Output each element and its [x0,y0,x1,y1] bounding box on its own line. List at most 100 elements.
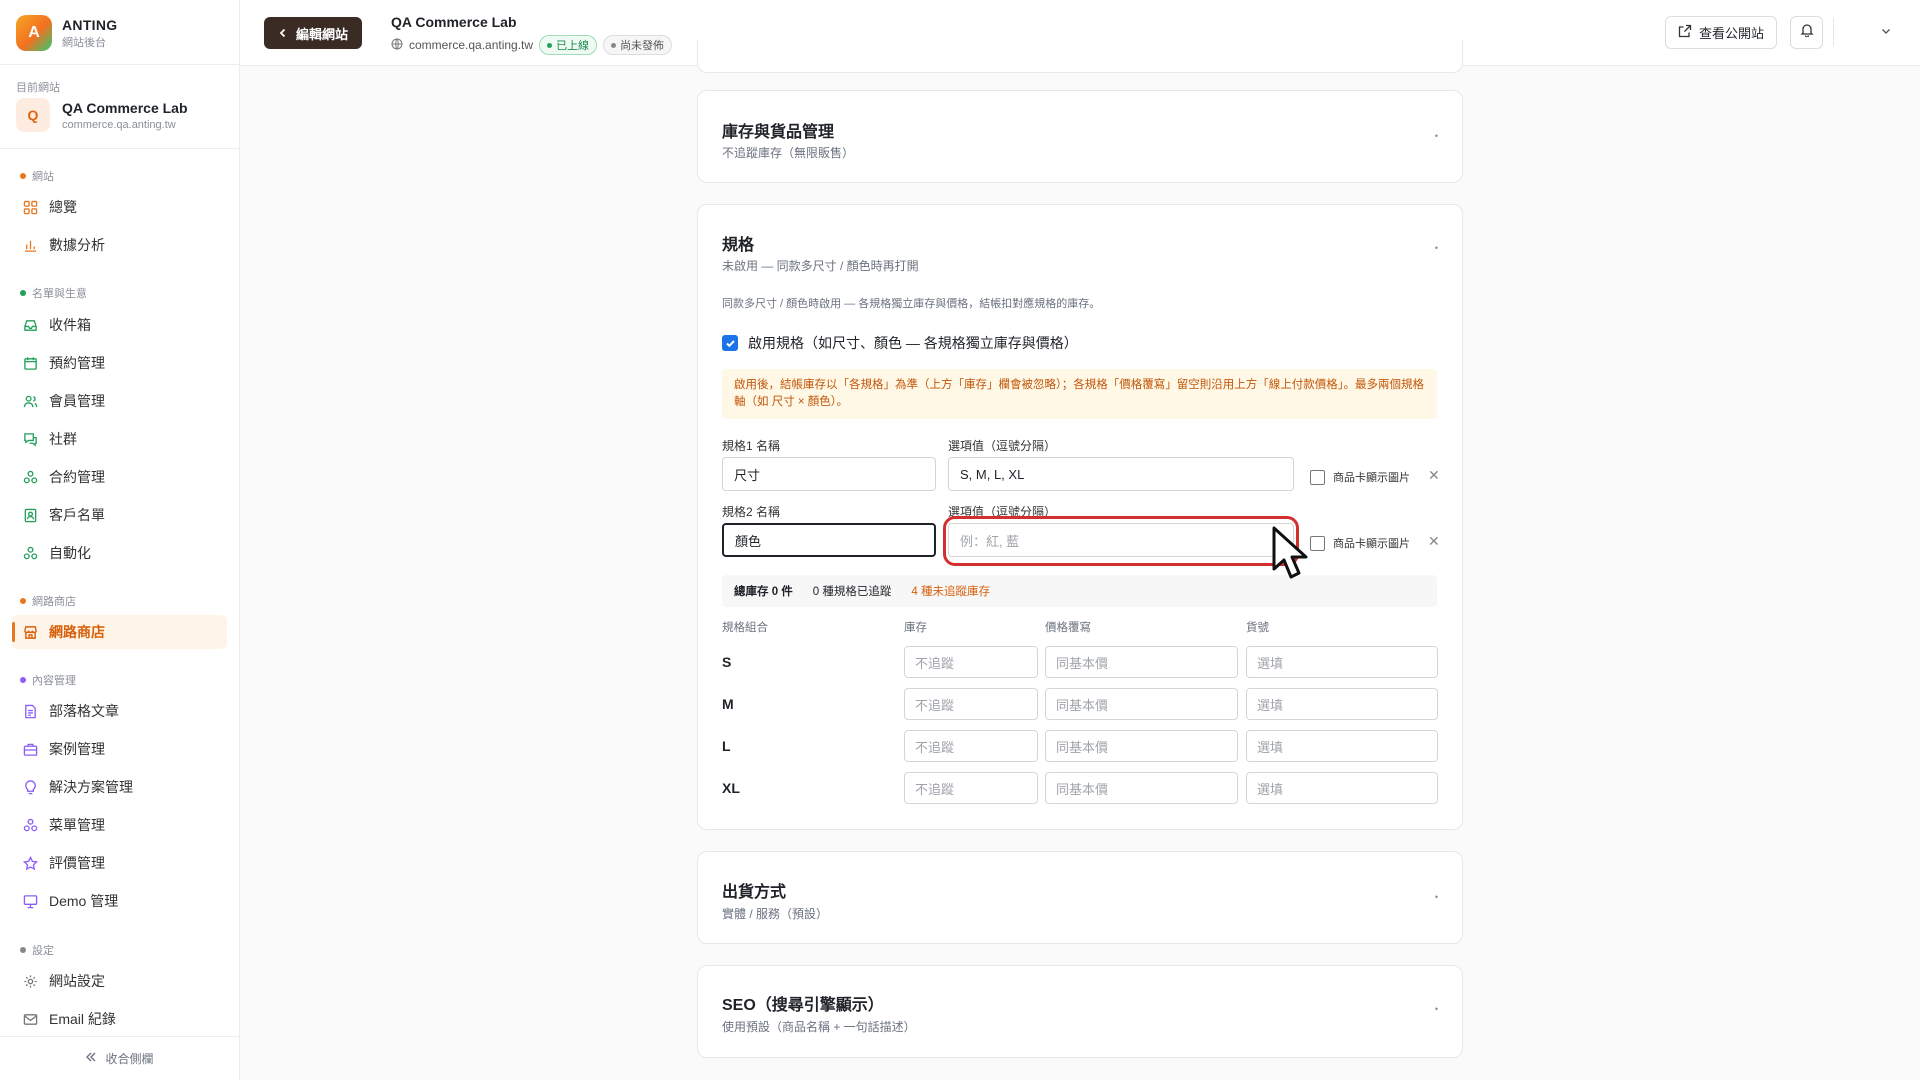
sidebar-item-demo[interactable]: Demo 管理 [12,884,227,918]
column-header-combination: 規格組合 [722,622,768,634]
sidebar-item-email-log[interactable]: Email 紀錄 [12,1002,227,1036]
sidebar-item-overview[interactable]: 總覽 [12,190,227,224]
stock-input[interactable]: 不追蹤 [904,772,1038,804]
sku-input[interactable]: 選填 [1246,688,1438,720]
chevron-down-icon[interactable]: • [1435,1004,1438,1014]
inventory-section[interactable]: 庫存與貨品管理 不追蹤庫存（無限販售） • [697,90,1463,183]
account-menu-toggle[interactable] [1880,24,1892,42]
axis1-options-input[interactable]: S, M, L, XL [948,457,1294,491]
axis2-show-image-checkbox[interactable]: 商品卡顯示圖片 [1310,535,1410,551]
variants-notice: 啟用後，結帳庫存以「各規格」為準（上方「庫存」欄會被忽略）；各規格「價格覆寫」留… [722,369,1437,419]
brand-subtitle: 網站後台 [62,36,106,49]
sidebar-item-community[interactable]: 社群 [12,422,227,456]
back-button-label: 編輯網站 [296,26,349,42]
axis2-name-input[interactable]: 顏色 [722,523,936,557]
total-stock: 總庫存 0 件 [734,586,793,598]
inbox-icon [22,317,38,333]
stock-input[interactable]: 不追蹤 [904,688,1038,720]
checkbox-checked[interactable] [722,335,738,351]
section-title: 規格 [722,237,755,254]
sidebar-item-label: 自動化 [49,545,91,561]
view-public-site-button[interactable]: 查看公開站 [1665,16,1778,49]
section-subtitle: 未啟用 — 同款多尺寸 / 顏色時再打開 [722,259,919,273]
sidebar-item-contracts[interactable]: 合約管理 [12,460,227,494]
current-site-card[interactable]: Q QA Commerce Lab commerce.qa.anting.tw [16,98,188,132]
stock-input[interactable]: 不追蹤 [904,646,1038,678]
brand[interactable]: A ANTING 網站後台 [16,14,117,52]
cluster-icon [22,545,38,561]
section-subtitle: 不追蹤庫存（無限販售） [722,146,855,160]
nav-group-content: 內容管理 [20,672,76,688]
untracked-count: 4 種未追蹤庫存 [911,586,990,598]
axis1-show-image-checkbox[interactable]: 商品卡顯示圖片 [1310,469,1410,485]
sidebar-item-label: 總覽 [49,199,77,215]
external-link-icon [1678,24,1692,41]
price-override-input[interactable]: 同基本價 [1045,646,1238,678]
chevron-up-icon[interactable]: • [1435,243,1438,253]
site-domain-text: commerce.qa.anting.tw [409,38,534,52]
sidebar-item-members[interactable]: 會員管理 [12,384,227,418]
store-icon [22,624,38,640]
chevron-down-icon[interactable]: • [1435,892,1438,902]
remove-axis2-close-icon[interactable]: ✕ [1428,533,1440,550]
sidebar-item-store[interactable]: 網路商店 [12,615,227,649]
document-icon [22,703,38,719]
sidebar-item-label: 客戶名單 [49,507,105,523]
enable-variants-checkbox[interactable]: 啟用規格（如尺寸、顏色 — 各規格獨立庫存與價格） [722,333,1078,353]
mouse-cursor-icon [1271,525,1309,588]
sidebar-item-site-settings[interactable]: 網站設定 [12,964,227,998]
nav-group-site: 網站 [20,168,54,184]
sidebar-item-automation[interactable]: 自動化 [12,536,227,570]
price-override-input[interactable]: 同基本價 [1045,772,1238,804]
shipping-section[interactable]: 出貨方式 實體 / 服務（預設） • [697,851,1463,944]
sidebar-item-clients[interactable]: 客戶名單 [12,498,227,532]
stock-input[interactable]: 不追蹤 [904,730,1038,762]
tracked-count: 0 種規格已追蹤 [812,586,892,598]
section-title: 庫存與貨品管理 [722,124,835,141]
axis1-name-input[interactable]: 尺寸 [722,457,936,491]
remove-axis1-close-icon[interactable]: ✕ [1428,467,1440,484]
axis2-name-label: 規格2 名稱 [722,505,781,519]
brand-logo: A [16,15,52,51]
sidebar-item-label: 會員管理 [49,393,105,409]
site-meta: commerce.qa.anting.tw 已上線 尚未發佈 [391,35,673,55]
back-edit-site-button[interactable]: 編輯網站 [264,17,363,49]
status-badge-live: 已上線 [539,35,598,55]
sku-input[interactable]: 選填 [1246,772,1438,804]
sidebar-item-label: 菜單管理 [49,817,105,833]
sku-input[interactable]: 選填 [1246,646,1438,678]
price-override-input[interactable]: 同基本價 [1045,688,1238,720]
divider [1833,18,1834,46]
price-override-input[interactable]: 同基本價 [1045,730,1238,762]
sidebar-item-analytics[interactable]: 數據分析 [12,228,227,262]
sidebar-item-reviews[interactable]: 評價管理 [12,846,227,880]
sidebar-item-cases[interactable]: 案例管理 [12,732,227,766]
chevron-left-icon [278,26,288,41]
collapse-sidebar-button[interactable]: 收合側欄 [0,1036,239,1080]
checkbox-unchecked[interactable] [1310,535,1325,551]
sidebar-item-inbox[interactable]: 收件箱 [12,308,227,342]
variant-name: XL [722,780,740,796]
star-icon [22,855,38,871]
calendar-icon [22,355,38,371]
checkbox-unchecked[interactable] [1310,469,1325,485]
seo-section[interactable]: SEO（搜尋引擎顯示） 使用預設（商品名稱 + 一句話描述） • [697,965,1463,1058]
section-subtitle: 使用預設（商品名稱 + 一句話描述） [722,1020,916,1034]
sidebar-item-blog[interactable]: 部落格文章 [12,694,227,728]
sidebar-item-label: 案例管理 [49,741,105,757]
sku-input[interactable]: 選填 [1246,730,1438,762]
site-name: QA Commerce Lab [62,99,188,116]
nav-group-business: 名單與生意 [20,285,87,301]
sidebar-item-label: 網站設定 [49,973,105,989]
chevron-down-icon [1880,24,1892,41]
chevron-down-icon[interactable]: • [1435,131,1438,141]
sidebar-item-bookings[interactable]: 預約管理 [12,346,227,380]
enable-variants-label: 啟用規格（如尺寸、顏色 — 各規格獨立庫存與價格） [748,335,1078,351]
bell-icon [1799,23,1814,42]
sidebar-item-menus[interactable]: 菜單管理 [12,808,227,842]
page-title: QA Commerce Lab [391,14,517,30]
divider [0,64,239,65]
variant-name: L [722,738,731,754]
notifications-button[interactable] [1790,16,1823,49]
sidebar-item-solutions[interactable]: 解決方案管理 [12,770,227,804]
